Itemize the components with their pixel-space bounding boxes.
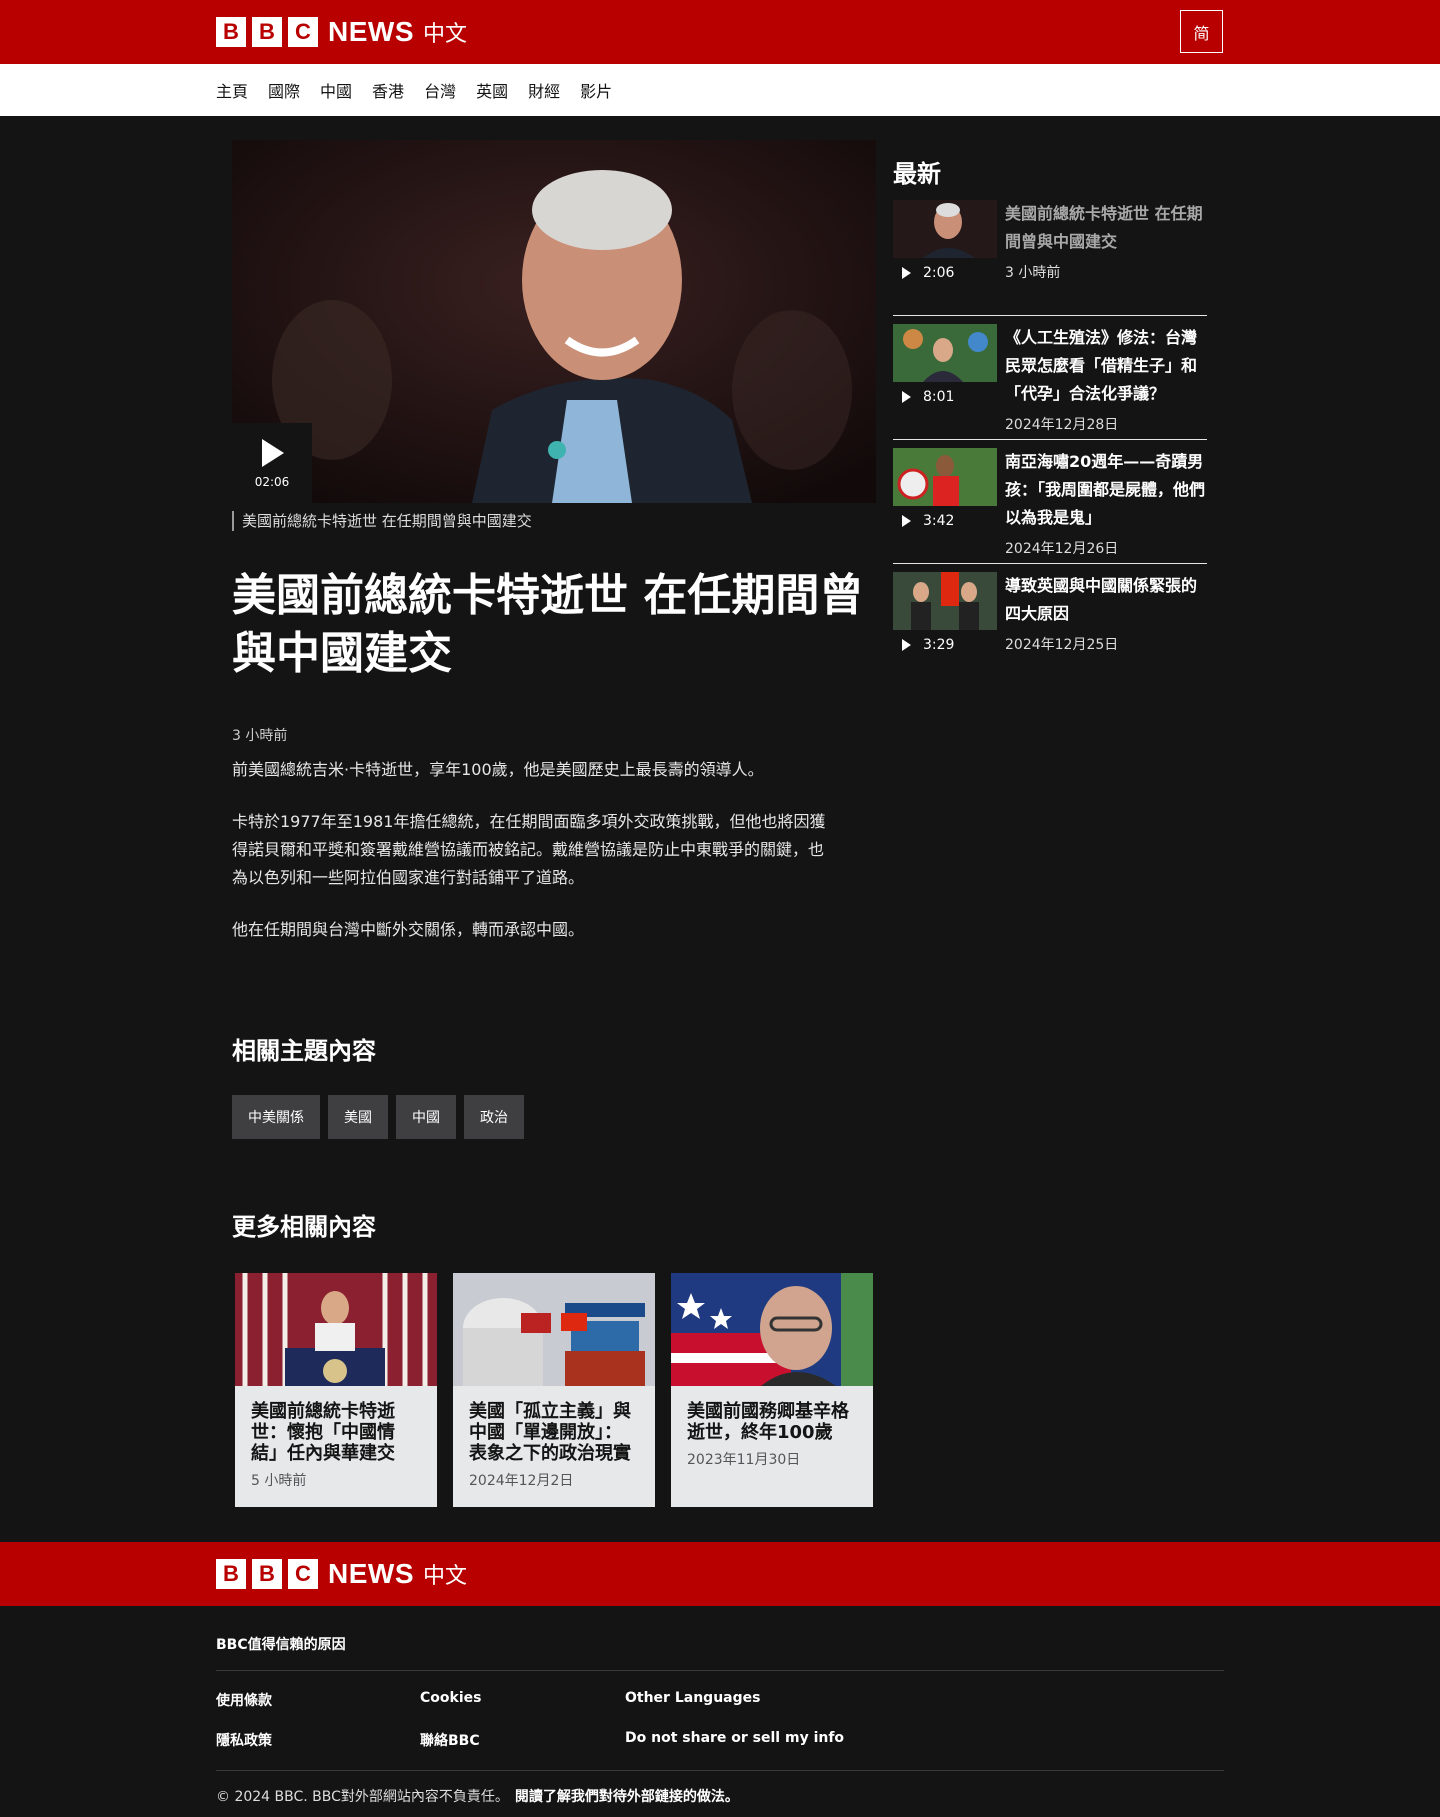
card-date: 2024年12月2日 [469,1473,574,1489]
article-paragraph: 他在任期間與台灣中斷外交關係，轉而承認中國。 [232,920,585,939]
footer-why-trust-link[interactable]: BBC值得信賴的原因 [216,1634,346,1654]
article-title: 美國前總統卡特逝世 在任期間曾與中國建交 [232,570,864,679]
latest-thumbnail [893,572,997,630]
logo-news-text: NEWS [328,1558,414,1589]
play-icon [902,267,911,279]
logo-letter-b1: B [216,17,246,47]
latest-title[interactable]: 南亞海嘯20週年——奇蹟男孩：「我周圍都是屍體，他們以為我是鬼」 [1005,448,1207,532]
play-icon [262,439,284,467]
topics-heading: 相關主題內容 [232,1037,376,1065]
bbc-news-logo[interactable]: B B C NEWS 中文 [216,16,467,48]
latest-title[interactable]: 《人工生殖法》修法：台灣民眾怎麼看「借精生子」和「代孕」合法化爭議？ [1005,324,1207,408]
latest-title[interactable]: 導致英國與中國關係緊張的四大原因 [1005,572,1207,628]
latest-heading: 最新 [893,160,941,188]
card-title: 美國「孤立主義」與中國「單邊開放」：表象之下的政治現實 [469,1401,631,1464]
site-footer: BBC值得信賴的原因 使用條款 Cookies Other Languages … [0,1606,1440,1817]
latest-list: 2:06 美國前總統卡特逝世 在任期間曾與中國建交 3 小時前 8:01 《人工… [893,200,1207,680]
footer-do-not-share-link[interactable]: Do not share or sell my info [625,1730,844,1746]
topic-tag[interactable]: 中國 [396,1095,456,1139]
footer-privacy-link[interactable]: 隱私政策 [216,1730,272,1750]
site-header: B B C NEWS 中文 简 [0,0,1440,64]
latest-date: 3 小時前 [1005,265,1061,281]
card-title: 美國前總統卡特逝世：懷抱「中國情結」任內與華建交 [251,1401,395,1464]
play-button[interactable]: 02:06 [232,423,312,503]
nav-item-business[interactable]: 財經 [528,78,560,102]
latest-title[interactable]: 美國前總統卡特逝世 在任期間曾與中國建交 [1005,200,1207,256]
latest-thumbnail [893,200,997,258]
video-still-image [232,140,876,503]
footer-contact-link[interactable]: 聯絡BBC [420,1730,480,1750]
footer-cookies-link[interactable]: Cookies [420,1690,481,1706]
card-image [453,1273,655,1386]
latest-item[interactable]: 3:42 南亞海嘯20週年——奇蹟男孩：「我周圍都是屍體，他們以為我是鬼」 20… [893,448,1207,564]
latest-duration: 8:01 [923,389,955,405]
latest-duration: 3:29 [923,637,955,653]
logo-letter-b2: B [252,17,282,47]
video-caption: 美國前總統卡特逝世 在任期間曾與中國建交 [232,511,532,531]
card-image [235,1273,437,1386]
latest-date: 2024年12月26日 [1005,541,1119,557]
latest-item[interactable]: 2:06 美國前總統卡特逝世 在任期間曾與中國建交 3 小時前 [893,200,1207,316]
latest-duration: 2:06 [923,265,955,281]
external-links-policy-link[interactable]: 閱讀了解我們對待外部鏈接的做法。 [515,1789,739,1805]
footer-divider [216,1670,1224,1671]
footer-other-languages-link[interactable]: Other Languages [625,1690,760,1706]
topic-tag[interactable]: 中美關係 [232,1095,320,1139]
latest-thumbnail [893,448,997,506]
latest-date: 2024年12月28日 [1005,417,1119,433]
play-icon [902,515,911,527]
article-paragraph: 卡特於1977年至1981年擔任總統，在任期間面臨多項外交政策挑戰，但他也將因獲… [232,812,826,887]
article-body: 前美國總統吉米·卡特逝世，享年100歲，他是美國歷史上最長壽的領導人。 卡特於1… [232,756,832,968]
footer-brand-bar: B B C NEWS 中文 [0,1542,1440,1606]
logo-letter-b2: B [252,1559,282,1589]
related-card[interactable]: 美國「孤立主義」與中國「單邊開放」：表象之下的政治現實 2024年12月2日 [453,1273,655,1507]
related-cards: 美國前總統卡特逝世：懷抱「中國情結」任內與華建交 5 小時前 美國「孤立主義」與… [235,1273,889,1507]
logo-chinese-text: 中文 [423,1564,468,1589]
nav-item-video[interactable]: 影片 [580,78,612,102]
card-image [671,1273,873,1386]
article-paragraph: 前美國總統吉米·卡特逝世，享年100歲，他是美國歷史上最長壽的領導人。 [232,760,764,779]
copyright-text: © 2024 BBC. BBC對外部網站內容不負責任。 [216,1789,509,1805]
logo-letter-c: C [288,1559,318,1589]
card-date: 2023年11月30日 [687,1452,801,1468]
article-timestamp: 3 小時前 [232,728,288,744]
card-title: 美國前國務卿基辛格逝世，終年100歲 [687,1401,849,1443]
related-card[interactable]: 美國前總統卡特逝世：懷抱「中國情結」任內與華建交 5 小時前 [235,1273,437,1507]
footer-divider [216,1770,1224,1771]
main-content: 02:06 美國前總統卡特逝世 在任期間曾與中國建交 美國前總統卡特逝世 在任期… [0,116,1440,1542]
topic-tags: 中美關係 美國 中國 政治 [232,1095,532,1139]
nav-item-world[interactable]: 國際 [268,78,300,102]
script-toggle-button[interactable]: 简 [1180,10,1223,53]
nav-item-china[interactable]: 中國 [320,78,352,102]
footer-copyright: © 2024 BBC. BBC對外部網站內容不負責任。 閱讀了解我們對待外部鏈接的… [216,1786,739,1806]
latest-item[interactable]: 8:01 《人工生殖法》修法：台灣民眾怎麼看「借精生子」和「代孕」合法化爭議？ … [893,324,1207,440]
nav-item-hongkong[interactable]: 香港 [372,78,404,102]
video-player[interactable]: 02:06 [232,140,876,503]
latest-item[interactable]: 3:29 導致英國與中國關係緊張的四大原因 2024年12月25日 [893,572,1207,672]
topic-tag[interactable]: 美國 [328,1095,388,1139]
logo-news-text: NEWS [328,16,414,47]
video-duration: 02:06 [254,475,290,489]
nav-item-home[interactable]: 主頁 [216,78,248,102]
play-icon [902,639,911,651]
logo-letter-c: C [288,17,318,47]
more-heading: 更多相關內容 [232,1213,376,1241]
nav-item-uk[interactable]: 英國 [476,78,508,102]
latest-thumbnail [893,324,997,382]
nav-item-taiwan[interactable]: 台灣 [424,78,456,102]
logo-chinese-text: 中文 [423,22,468,47]
main-nav: 主頁 國際 中國 香港 台灣 英國 財經 影片 [0,64,1440,116]
latest-date: 2024年12月25日 [1005,637,1119,653]
latest-duration: 3:42 [923,513,955,529]
footer-bbc-news-logo[interactable]: B B C NEWS 中文 [216,1558,467,1590]
play-icon [902,391,911,403]
related-card[interactable]: 美國前國務卿基辛格逝世，終年100歲 2023年11月30日 [671,1273,873,1507]
logo-letter-b1: B [216,1559,246,1589]
topic-tag[interactable]: 政治 [464,1095,524,1139]
footer-terms-link[interactable]: 使用條款 [216,1690,272,1710]
card-date: 5 小時前 [251,1473,307,1489]
